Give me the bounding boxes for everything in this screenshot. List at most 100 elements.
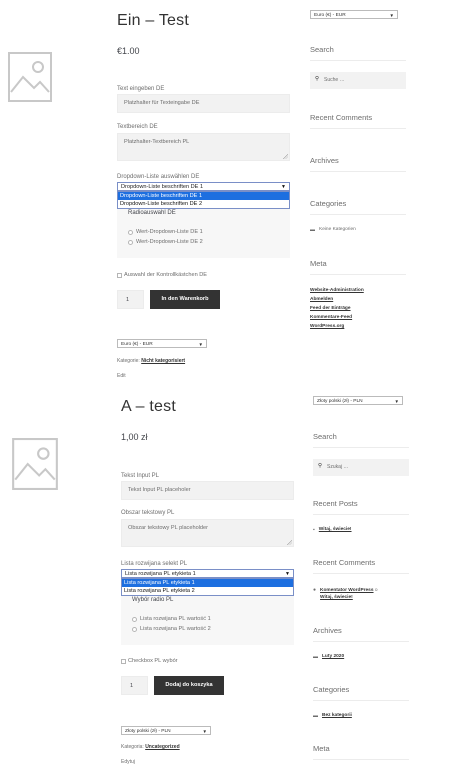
divider <box>313 514 409 515</box>
radio-button[interactable] <box>132 616 137 622</box>
textarea-placeholder: Obszar tekstowy PL placeholder <box>128 525 209 531</box>
widget-heading-search: Search <box>310 45 334 54</box>
edit-link[interactable]: Edytuj <box>121 759 135 765</box>
image-placeholder-icon <box>8 52 52 102</box>
radio-group-title: Wybór radio PL <box>132 597 174 603</box>
document-icon: ▪ <box>313 527 315 533</box>
caret-down-icon: ▼ <box>281 184 286 190</box>
textarea-placeholder: Platzhalter-Textbereich PL <box>124 139 190 145</box>
widget-heading-categories: Categories <box>310 199 347 208</box>
category-item-label: Keine Kategorien <box>319 227 356 232</box>
resize-grip-icon[interactable] <box>287 540 292 545</box>
dropdown-list[interactable]: Lista rozwijana PL etykieta 1 Lista rozw… <box>121 578 294 596</box>
category-link[interactable]: Nicht kategorisiert <box>141 358 185 364</box>
text-input[interactable]: Tekst Input PL placeholer <box>121 481 294 500</box>
dropdown-option[interactable]: Lista rozwijana PL etykieta 2 <box>122 587 293 595</box>
add-to-cart-button[interactable]: In den Warenkorb <box>150 290 220 309</box>
currency-select[interactable]: Złoty polski (zł) - PLN ▼ <box>313 396 403 405</box>
text-input[interactable]: Platzhalter für Texteingabe DE <box>117 94 290 113</box>
quantity-input[interactable]: 1 <box>117 290 144 309</box>
meta-link-wordpress-org[interactable]: WordPress.org <box>310 324 344 329</box>
product-price: 1,00 zł <box>121 432 148 442</box>
archive-link[interactable]: Luty 2020 <box>322 654 344 659</box>
radio-button[interactable] <box>128 239 133 245</box>
folder-icon: ▬ <box>313 713 318 719</box>
comment-on-text: o <box>373 588 378 593</box>
search-placeholder: Suche … <box>324 77 345 83</box>
radio-option[interactable]: Wert-Dropdown-Liste DE 2 <box>128 239 203 245</box>
category-link[interactable]: Uncategorized <box>145 744 179 750</box>
category-item: ▬ Keine Kategorien <box>310 227 356 233</box>
folder-icon: ▬ <box>313 654 318 660</box>
divider <box>310 171 406 172</box>
product-category: Kategorie: Nicht kategorisiert <box>117 358 185 364</box>
recent-comment-item: ● Komentator WordPress o Witaj, świecie! <box>313 587 405 601</box>
currency-select-value: Złoty polski (zł) - PLN <box>317 398 363 404</box>
product-price: €1.00 <box>117 46 140 56</box>
category-label: Kategorie: <box>117 358 140 364</box>
checkbox-option[interactable]: Checkbox PL wybór <box>121 658 178 664</box>
category-item[interactable]: ▬ Bez kategorii <box>313 713 352 719</box>
radio-option[interactable]: Lista rozwijana PL wartość 2 <box>132 626 211 632</box>
product-title: Ein – Test <box>117 12 189 29</box>
divider <box>313 641 409 642</box>
caret-down-icon: ▼ <box>285 571 290 577</box>
widget-heading-recent-comments: Recent Comments <box>313 558 376 567</box>
comment-author-link[interactable]: Komentator WordPress <box>320 588 374 593</box>
recent-post-link[interactable]: Witaj, świecie! <box>319 527 352 532</box>
radio-button[interactable] <box>128 229 133 235</box>
divider <box>313 573 409 574</box>
dropdown-label: Dropdown-Liste auswählen DE <box>117 174 200 180</box>
archive-item[interactable]: ▬ Luty 2020 <box>313 654 344 660</box>
search-input[interactable]: ⚲ Suche … <box>310 72 406 89</box>
checkbox-label: Auswahl der Kontrollkästchen DE <box>124 272 208 278</box>
radio-option-label: Wert-Dropdown-Liste DE 1 <box>136 229 203 235</box>
currency-select-value: Euro (€) - EUR <box>121 341 153 347</box>
comment-post-link[interactable]: Witaj, świecie! <box>320 595 353 600</box>
widget-heading-meta: Meta <box>313 744 330 753</box>
product-title: A – test <box>121 398 176 415</box>
radio-option[interactable]: Wert-Dropdown-Liste DE 1 <box>128 229 203 235</box>
category-label: Kategoria: <box>121 744 144 750</box>
comment-icon: ● <box>313 587 317 593</box>
dropdown-label: Lista rozwijana selekt PL <box>121 561 188 567</box>
textarea[interactable]: Obszar tekstowy PL placeholder <box>121 519 294 547</box>
radio-option-label: Lista rozwijana PL wartość 2 <box>140 626 211 632</box>
dropdown-option[interactable]: Lista rozwijana PL etykieta 1 <box>122 579 293 587</box>
resize-grip-icon[interactable] <box>283 154 288 159</box>
meta-link-entries-feed[interactable]: Feed der Einträge <box>310 306 351 311</box>
radio-button[interactable] <box>132 626 137 632</box>
caret-down-icon: ▼ <box>389 12 394 18</box>
dropdown-select[interactable]: Dropdown-Liste beschriften DE 1 ▼ <box>117 182 290 191</box>
divider <box>310 60 406 61</box>
currency-select-value: Euro (€) - EUR <box>314 12 346 18</box>
dropdown-select[interactable]: Lista rozwijana PL etykieta 1 ▼ <box>121 569 294 578</box>
meta-link-logout[interactable]: Abmelden <box>310 297 333 302</box>
radio-option-label: Lista rozwijana PL wartość 1 <box>140 616 211 622</box>
radio-option[interactable]: Lista rozwijana PL wartość 1 <box>132 616 211 622</box>
folder-icon: ▬ <box>310 227 315 233</box>
textarea-label: Textbereich DE <box>117 124 158 130</box>
checkbox[interactable] <box>117 272 122 278</box>
text-input-label: Tekst Input PL <box>121 473 160 479</box>
add-to-cart-button[interactable]: Dodaj do koszyka <box>154 676 224 695</box>
recent-post-item[interactable]: ▪ Witaj, świecie! <box>313 527 352 533</box>
dropdown-list[interactable]: Dropdown-Liste beschriften DE 1 Dropdown… <box>117 191 290 209</box>
currency-select[interactable]: Złoty polski (zł) - PLN ▼ <box>121 726 211 735</box>
edit-link[interactable]: Edit <box>117 373 126 379</box>
currency-select[interactable]: Euro (€) - EUR ▼ <box>117 339 207 348</box>
currency-select[interactable]: Euro (€) - EUR ▼ <box>310 10 398 19</box>
category-link[interactable]: Bez kategorii <box>322 713 352 718</box>
search-placeholder: Szukaj … <box>327 464 349 470</box>
textarea[interactable]: Platzhalter-Textbereich PL <box>117 133 290 161</box>
checkbox[interactable] <box>121 658 126 664</box>
dropdown-option[interactable]: Dropdown-Liste beschriften DE 1 <box>118 192 289 200</box>
dropdown-option[interactable]: Dropdown-Liste beschriften DE 2 <box>118 200 289 208</box>
meta-link-admin[interactable]: Website-Administration <box>310 288 364 293</box>
meta-link-comments-feed[interactable]: Kommentare-Feed <box>310 315 352 320</box>
checkbox-option[interactable]: Auswahl der Kontrollkästchen DE <box>117 272 207 278</box>
text-input-label: Text eingeben DE <box>117 86 165 92</box>
caret-down-icon: ▼ <box>198 341 203 347</box>
quantity-input[interactable]: 1 <box>121 676 148 695</box>
search-input[interactable]: ⚲ Szukaj … <box>313 459 409 476</box>
